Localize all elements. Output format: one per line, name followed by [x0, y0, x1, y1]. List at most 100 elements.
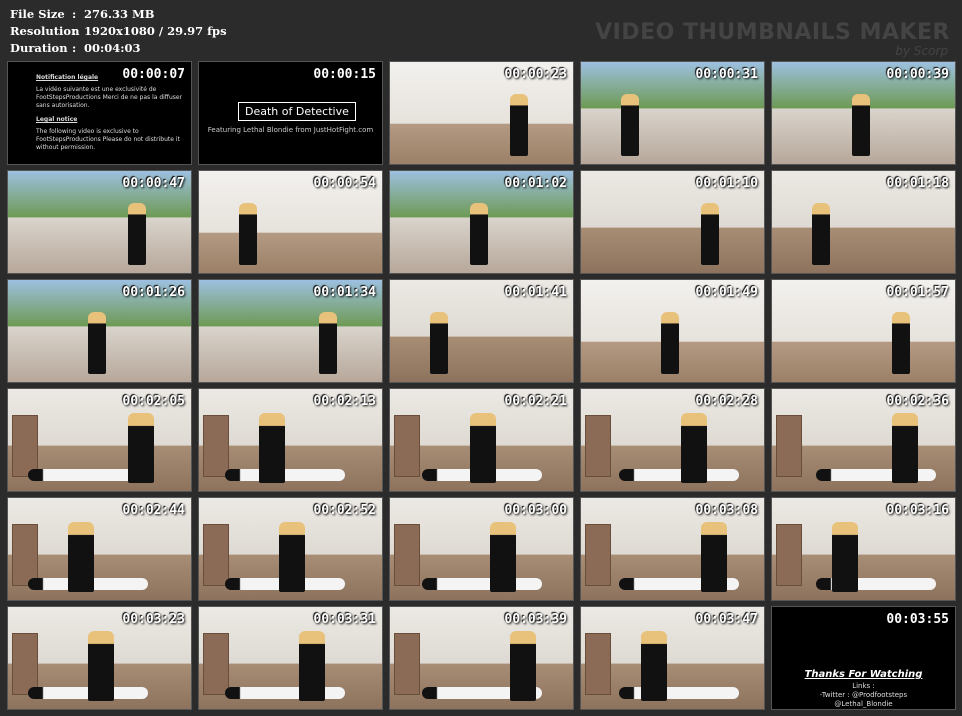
timestamp: 00:00:39: [886, 67, 949, 82]
thumbnail[interactable]: 00:02:13: [198, 388, 383, 492]
lying-figure: [225, 687, 345, 699]
person-figure: [239, 203, 257, 265]
separator: :: [72, 24, 77, 38]
thumbnail[interactable]: 00:03:00: [389, 497, 574, 601]
person-figure: [430, 312, 448, 374]
timestamp: 00:03:47: [695, 612, 758, 627]
timestamp: 00:03:16: [886, 503, 949, 518]
lying-figure: [619, 687, 739, 699]
thumbnail[interactable]: Death of Detective Featuring Lethal Blond…: [198, 61, 383, 165]
timestamp: 00:01:34: [313, 285, 376, 300]
thumbnail[interactable]: Thanks For Watching Links : -Twitter : @Pr…: [771, 606, 956, 710]
thumbnail[interactable]: 00:03:23: [7, 606, 192, 710]
cabinet: [394, 524, 420, 586]
standing-figure: [88, 631, 114, 701]
thumbnail[interactable]: 00:00:54: [198, 170, 383, 274]
standing-figure: [128, 413, 154, 483]
thumbnail[interactable]: 00:02:21: [389, 388, 574, 492]
thumbnail[interactable]: 00:02:52: [198, 497, 383, 601]
thumbnail[interactable]: 00:01:34: [198, 279, 383, 383]
person-figure: [510, 94, 528, 156]
standing-figure: [470, 413, 496, 483]
timestamp: 00:02:44: [122, 503, 185, 518]
lying-figure: [422, 578, 542, 590]
cabinet: [203, 633, 229, 695]
site-url: https://justhotfight.com/: [772, 709, 955, 710]
thumbnail[interactable]: 00:03:47: [580, 606, 765, 710]
person-figure: [892, 312, 910, 374]
timestamp: 00:02:28: [695, 394, 758, 409]
resolution-label: Resolution: [10, 24, 80, 38]
thumbnail[interactable]: 00:01:02: [389, 170, 574, 274]
thumbnail[interactable]: 00:03:31: [198, 606, 383, 710]
thumbnail[interactable]: 00:00:47: [7, 170, 192, 274]
standing-figure: [279, 522, 305, 592]
timestamp: 00:00:47: [122, 176, 185, 191]
thumbnail[interactable]: 00:03:39: [389, 606, 574, 710]
twitter-label: -Twitter :: [819, 691, 850, 699]
timestamp: 00:02:21: [504, 394, 567, 409]
notice-text-fr: La vidéo suivante est une exclusivité de…: [36, 86, 183, 109]
thumbnail[interactable]: 00:01:41: [389, 279, 574, 383]
thumbnail[interactable]: 00:00:23: [389, 61, 574, 165]
person-figure: [661, 312, 679, 374]
twitter-handle-2: @Lethal_Blondie: [834, 700, 893, 708]
person-figure: [319, 312, 337, 374]
person-figure: [701, 203, 719, 265]
resolution-row: Resolution : 1920x1080 / 29.97 fps: [10, 23, 227, 40]
cabinet: [394, 633, 420, 695]
standing-figure: [892, 413, 918, 483]
timestamp: 00:02:05: [122, 394, 185, 409]
thumbnail[interactable]: 00:02:05: [7, 388, 192, 492]
thumbnail[interactable]: 00:03:08: [580, 497, 765, 601]
timestamp: 00:01:18: [886, 176, 949, 191]
thumbnail[interactable]: 00:02:28: [580, 388, 765, 492]
cabinet: [394, 415, 420, 477]
thumbnail[interactable]: 00:00:31: [580, 61, 765, 165]
cabinet: [585, 415, 611, 477]
thumbnail[interactable]: Notification légale La vidéo suivante est…: [7, 61, 192, 165]
person-figure: [88, 312, 106, 374]
twitter-row: -Twitter : @Prodfootsteps: [772, 691, 955, 700]
lying-figure: [816, 469, 936, 481]
timestamp: 00:00:07: [122, 67, 185, 82]
standing-figure: [68, 522, 94, 592]
standing-figure: [701, 522, 727, 592]
standing-figure: [832, 522, 858, 592]
duration-row: Duration : 00:04:03: [10, 40, 227, 57]
timestamp: 00:01:26: [122, 285, 185, 300]
thumbnail[interactable]: 00:01:49: [580, 279, 765, 383]
person-figure: [812, 203, 830, 265]
thumbnail[interactable]: 00:01:57: [771, 279, 956, 383]
thumbnail[interactable]: 00:02:36: [771, 388, 956, 492]
thanks-text: Thanks For Watching: [804, 669, 923, 680]
file-size-value: 276.33 MB: [84, 7, 155, 21]
file-info: File Size : 276.33 MB Resolution : 1920x…: [10, 6, 227, 57]
video-title: Death of Detective: [238, 102, 356, 121]
person-figure: [852, 94, 870, 156]
person-figure: [621, 94, 639, 156]
thumbnail[interactable]: 00:03:16: [771, 497, 956, 601]
notice-text-en: The following video is exclusive to Foot…: [36, 128, 180, 151]
cabinet: [585, 524, 611, 586]
cabinet: [203, 524, 229, 586]
cabinet: [776, 524, 802, 586]
timestamp: 00:01:57: [886, 285, 949, 300]
thumbnail[interactable]: 00:01:10: [580, 170, 765, 274]
timestamp: 00:00:23: [504, 67, 567, 82]
timestamp: 00:01:49: [695, 285, 758, 300]
standing-figure: [490, 522, 516, 592]
separator: :: [72, 7, 77, 21]
thumbnail[interactable]: 00:02:44: [7, 497, 192, 601]
timestamp: 00:01:10: [695, 176, 758, 191]
lying-figure: [225, 469, 345, 481]
thumbnail[interactable]: 00:00:39: [771, 61, 956, 165]
thumbnail[interactable]: 00:01:26: [7, 279, 192, 383]
standing-figure: [259, 413, 285, 483]
timestamp: 00:03:31: [313, 612, 376, 627]
thumbnail[interactable]: 00:01:18: [771, 170, 956, 274]
lying-figure: [619, 469, 739, 481]
cabinet: [585, 633, 611, 695]
file-size-row: File Size : 276.33 MB: [10, 6, 227, 23]
timestamp: 00:03:08: [695, 503, 758, 518]
